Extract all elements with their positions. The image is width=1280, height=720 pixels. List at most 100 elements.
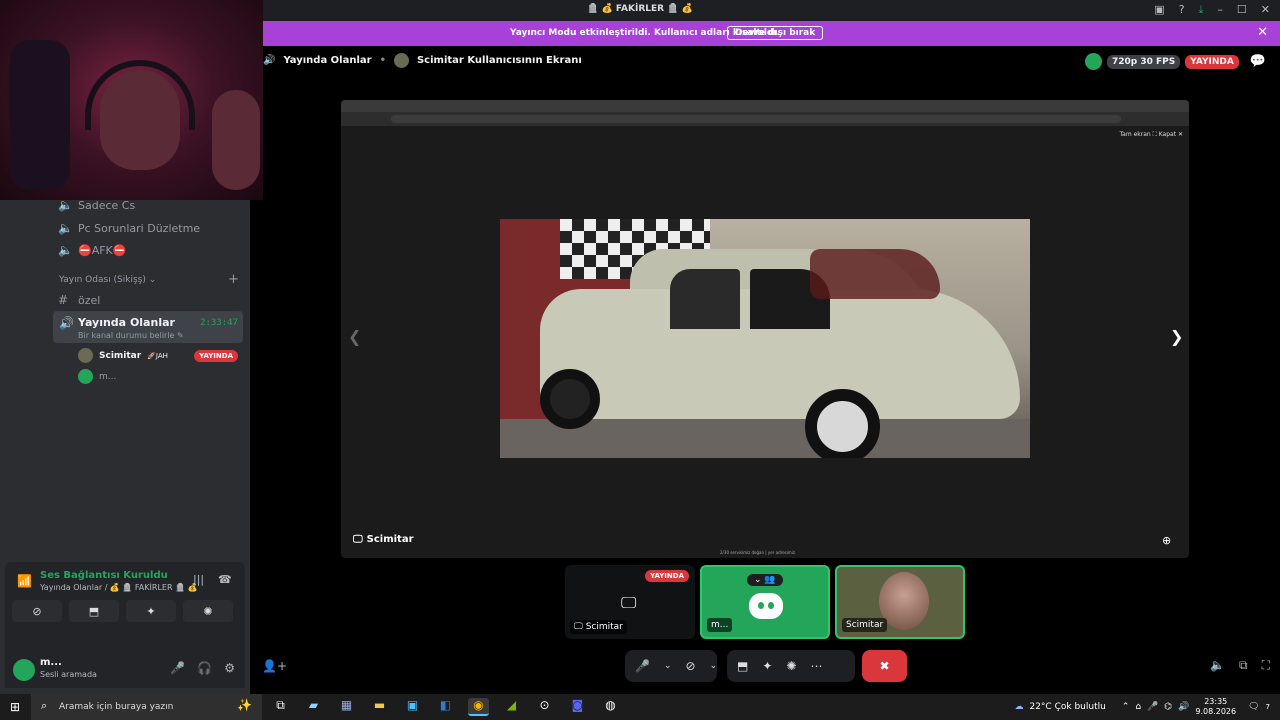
- maximize-button[interactable]: ☐: [1237, 3, 1247, 17]
- next-photo-icon[interactable]: ❯: [1170, 327, 1183, 346]
- screen-icon: 🖵: [574, 622, 583, 632]
- app-icon[interactable]: ▰: [303, 698, 324, 716]
- speaker-tray-icon[interactable]: 🔊: [1178, 702, 1189, 712]
- browser-tabs: [341, 100, 1189, 112]
- chevron-down-icon[interactable]: ⌄: [664, 661, 672, 671]
- soundboard-icon: ✺: [203, 604, 213, 618]
- store-icon[interactable]: ▣: [402, 698, 423, 716]
- volume-icon[interactable]: 🔈: [1210, 658, 1225, 673]
- file-explorer-icon[interactable]: ▬: [369, 698, 390, 716]
- inbox-icon[interactable]: ▣: [1154, 3, 1164, 17]
- microphone-icon[interactable]: 🎤: [170, 661, 185, 675]
- chevron-up-icon[interactable]: ⌃: [1122, 702, 1130, 712]
- clock[interactable]: 23:35 9.08.2026: [1195, 697, 1236, 717]
- stage-channel-name[interactable]: Yayında Olanlar: [283, 55, 371, 66]
- streamer-avatar: [393, 53, 409, 68]
- taskbar: ⊞ ⌕ Aramak için buraya yazın ✨ ⧉ ▰ ▦ ▬ ▣…: [0, 694, 1280, 720]
- chat-icon[interactable]: 💬: [1250, 54, 1266, 69]
- call-controls-actions: ⬒ ✦ ✺ ⋯: [727, 650, 855, 682]
- call-timer: 2:33:47: [200, 318, 238, 328]
- calculator-icon[interactable]: ▦: [336, 698, 357, 716]
- notification-count: 7: [1265, 703, 1270, 711]
- participant-tile-self[interactable]: ⌄ 👥 m...: [700, 565, 830, 639]
- live-badge: YAYINDA: [194, 349, 238, 362]
- participant-tile-stream[interactable]: YAYINDA 🖵 🖵 Scimitar: [565, 565, 695, 639]
- channel-status-hint[interactable]: Bir kanal durumu belirle ✎: [78, 331, 184, 340]
- voice-channel-pc-sorunlari[interactable]: 🔈 Pc Sorunlari Düzletme: [58, 221, 200, 235]
- webcam-overlay: [0, 0, 263, 200]
- end-call-button[interactable]: ✖: [862, 650, 907, 682]
- screen-share-icon[interactable]: ⬒: [737, 659, 748, 673]
- close-banner-icon[interactable]: ✕: [1257, 25, 1268, 40]
- channel-label: ⛔AFK⛔: [78, 243, 127, 257]
- voice-channel-icon: 🔊: [263, 55, 276, 66]
- collapse-icon[interactable]: ⌄ 👥: [747, 574, 783, 586]
- notifications-icon[interactable]: 🗨: [1248, 702, 1259, 712]
- download-icon[interactable]: ⤓: [1199, 3, 1204, 17]
- microphone-icon[interactable]: 🎤: [635, 659, 650, 673]
- end-call-icon: ✖: [879, 659, 890, 673]
- microphone-tray-icon[interactable]: 🎤: [1147, 702, 1158, 712]
- taskbar-search[interactable]: ⌕ Aramak için buraya yazın ✨: [31, 694, 262, 720]
- chrome-icon[interactable]: ◉: [468, 698, 489, 716]
- tile-label: Scimitar: [585, 622, 623, 632]
- voice-channel-afk[interactable]: 🔈 ⛔AFK⛔: [58, 243, 126, 257]
- camera-off-icon[interactable]: ⊘: [686, 659, 696, 673]
- soundboard-button[interactable]: ✺: [183, 600, 233, 622]
- discord-icon[interactable]: ◙: [567, 698, 588, 716]
- chevron-down-icon[interactable]: ⌄: [710, 661, 718, 671]
- weather-text[interactable]: 22°C Çok bulutlu: [1029, 702, 1105, 712]
- outlook-icon[interactable]: ◧: [435, 698, 456, 716]
- soundboard-icon[interactable]: ✺: [786, 659, 796, 673]
- channel-name: Yayında Olanlar: [78, 316, 175, 329]
- help-icon[interactable]: ?: [1179, 3, 1185, 17]
- settings-gear-icon[interactable]: ⚙: [224, 661, 235, 675]
- signal-icon[interactable]: 📶: [17, 574, 32, 588]
- activities-button[interactable]: ✦: [126, 600, 176, 622]
- minimize-button[interactable]: –: [1217, 3, 1223, 17]
- voice-channel-sadece-cs[interactable]: 🔈 Sadece Cs: [58, 198, 135, 212]
- close-button[interactable]: ✕: [1261, 3, 1270, 17]
- voice-member-m[interactable]: m...: [78, 369, 116, 384]
- noise-suppression-icon[interactable]: |||: [193, 573, 204, 586]
- zoom-icon[interactable]: ⊕: [1162, 534, 1171, 547]
- avatar: [78, 369, 93, 384]
- obs-icon[interactable]: ◍: [600, 698, 621, 716]
- voice-member-scimitar[interactable]: Scimitar 🚀JAH YAYINDA: [78, 348, 238, 363]
- headphones-icon[interactable]: 🎧: [197, 661, 212, 675]
- category-header[interactable]: Yayın Odası (Sikişş) ⌄: [59, 275, 156, 285]
- steam-icon[interactable]: ⊙: [534, 698, 555, 716]
- camera-off-icon: ⊘: [32, 604, 42, 618]
- voice-status[interactable]: Ses Bağlantısı Kuruldu: [40, 570, 168, 581]
- participant-tile-scimitar[interactable]: Scimitar: [835, 565, 965, 639]
- user-name[interactable]: m...: [40, 657, 62, 668]
- hash-icon: #: [58, 293, 69, 307]
- screen-icon: 🖵: [353, 534, 363, 545]
- wifi-icon[interactable]: ⌬: [1164, 702, 1172, 712]
- task-view-icon[interactable]: ⧉: [270, 698, 291, 716]
- previous-photo-icon[interactable]: ❮: [348, 327, 361, 346]
- disable-streamer-mode-button[interactable]: Devre dışı bırak: [727, 26, 824, 40]
- voice-location[interactable]: Yayında Olanlar / 💰 🪦 FAKİRLER 🪦 💰: [40, 583, 198, 592]
- user-avatar[interactable]: [13, 659, 35, 681]
- camera-button[interactable]: ⊘: [12, 600, 62, 622]
- screen-share-button[interactable]: ⬒: [69, 600, 119, 622]
- active-voice-channel[interactable]: 🔊 Yayında Olanlar Bir kanal durumu belir…: [53, 311, 243, 343]
- photo-caption: 2/30 servisimiz doğan | yer adresimiz: [720, 550, 795, 555]
- call-controls-audio: 🎤 ⌄ ⊘ ⌄: [625, 650, 717, 682]
- add-channel-icon[interactable]: +: [228, 272, 239, 287]
- fullscreen-icon[interactable]: ⛶: [1262, 658, 1270, 673]
- weather-icon[interactable]: ☁: [1014, 702, 1023, 712]
- text-channel-ozel[interactable]: # özel: [58, 293, 100, 307]
- disconnect-icon[interactable]: ☎: [218, 573, 232, 586]
- activities-icon[interactable]: ✦: [762, 659, 772, 673]
- channel-label: Pc Sorunlari Düzletme: [78, 221, 201, 235]
- more-icon[interactable]: ⋯: [810, 659, 822, 673]
- network-icon[interactable]: ⌂: [1135, 702, 1141, 712]
- shared-screen[interactable]: Tam ekran ⛶ Kapat ✕: [341, 100, 1189, 558]
- clock-date: 9.08.2026: [1195, 707, 1237, 716]
- windows-start-icon[interactable]: ⊞: [10, 700, 20, 714]
- nvidia-icon[interactable]: ◢: [501, 698, 522, 716]
- invite-icon[interactable]: 👤+: [262, 659, 287, 673]
- pop-out-icon[interactable]: ⧉: [1239, 658, 1248, 673]
